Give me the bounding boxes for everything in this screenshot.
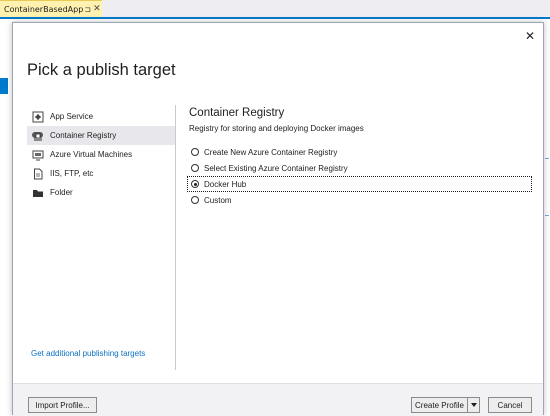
publish-dialog: ✕ Pick a publish target App Service Cont… xyxy=(12,22,544,416)
cancel-label: Cancel xyxy=(497,400,523,410)
radio-button[interactable] xyxy=(191,164,199,172)
target-item-folder[interactable]: Folder xyxy=(27,183,175,202)
option-label: Create New Azure Container Registry xyxy=(204,147,338,157)
cancel-button[interactable]: Cancel xyxy=(488,397,532,413)
option-custom[interactable]: Custom xyxy=(187,192,532,208)
target-item-iis-ftp[interactable]: IIS, FTP, etc xyxy=(27,164,175,183)
target-item-app-service[interactable]: App Service xyxy=(27,107,175,126)
radio-button[interactable] xyxy=(191,180,199,188)
option-label: Docker Hub xyxy=(204,179,247,189)
radio-button[interactable] xyxy=(191,196,199,204)
target-item-azure-vm[interactable]: Azure Virtual Machines xyxy=(27,145,175,164)
option-label: Select Existing Azure Container Registry xyxy=(204,163,348,173)
content-title: Container Registry xyxy=(189,107,285,119)
radio-button[interactable] xyxy=(191,148,199,156)
app-service-icon xyxy=(32,111,44,123)
target-item-label: Folder xyxy=(50,188,73,197)
chevron-down-icon xyxy=(470,403,477,407)
import-profile-label: Import Profile... xyxy=(35,400,90,410)
container-registry-icon xyxy=(32,130,44,142)
ide-background-mark xyxy=(545,158,549,159)
create-profile-label: Create Profile xyxy=(415,400,464,410)
create-profile-dropdown[interactable] xyxy=(467,397,480,413)
import-profile-button[interactable]: Import Profile... xyxy=(28,397,97,413)
document-icon xyxy=(32,168,44,180)
dialog-title: Pick a publish target xyxy=(27,61,176,79)
pin-icon[interactable]: ⊐ xyxy=(83,5,92,14)
publish-target-list: App Service Container Registry Azure Vir… xyxy=(27,107,175,202)
virtual-machine-icon xyxy=(32,149,44,161)
tab-strip-accent-line xyxy=(0,17,550,19)
option-select-existing-acr[interactable]: Select Existing Azure Container Registry xyxy=(187,160,532,176)
target-item-label: App Service xyxy=(50,112,94,121)
folder-icon xyxy=(32,187,44,199)
document-tab-title: ContainerBasedApp xyxy=(4,4,84,14)
registry-option-list: Create New Azure Container Registry Sele… xyxy=(187,144,532,208)
target-item-container-registry[interactable]: Container Registry xyxy=(27,126,175,145)
target-item-label: IIS, FTP, etc xyxy=(50,169,94,178)
ide-background-mark xyxy=(545,215,549,216)
option-label: Custom xyxy=(204,195,232,205)
option-docker-hub[interactable]: Docker Hub xyxy=(187,176,532,192)
target-item-label: Container Registry xyxy=(50,131,117,140)
ide-left-accent xyxy=(0,78,8,94)
content-subtitle: Registry for storing and deploying Docke… xyxy=(189,124,364,133)
additional-targets-link[interactable]: Get additional publishing targets xyxy=(31,349,145,358)
option-create-new-acr[interactable]: Create New Azure Container Registry xyxy=(187,144,532,160)
create-profile-button[interactable]: Create Profile xyxy=(411,397,467,413)
ide-background-edge xyxy=(544,19,550,415)
document-tab[interactable]: ContainerBasedApp ⊐ ✕ xyxy=(0,0,102,17)
target-item-label: Azure Virtual Machines xyxy=(50,150,133,159)
close-dialog-button[interactable]: ✕ xyxy=(523,29,537,43)
close-tab-icon[interactable]: ✕ xyxy=(92,4,102,14)
panel-divider xyxy=(175,105,176,370)
